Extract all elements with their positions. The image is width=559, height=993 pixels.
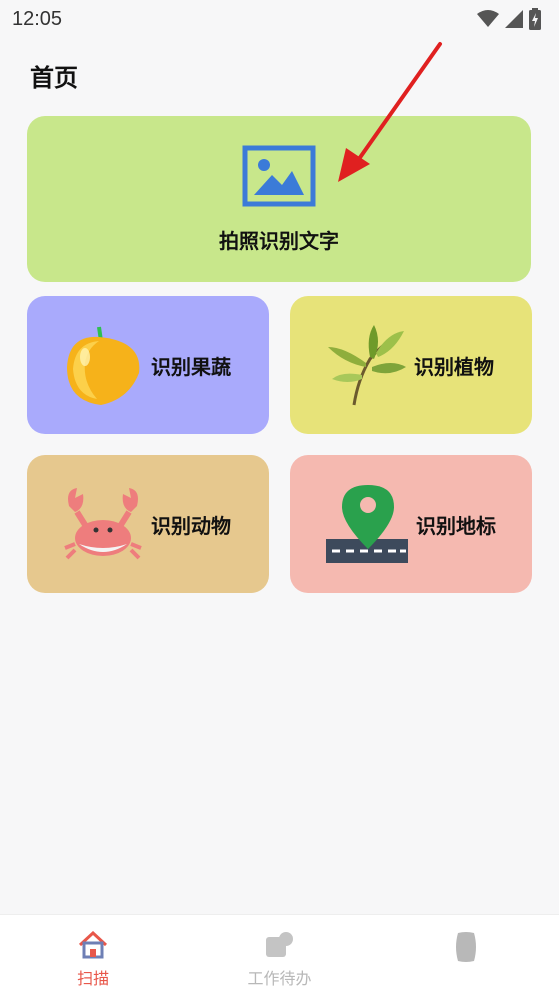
crab-icon — [64, 488, 142, 560]
recognize-landmark-card[interactable]: 识别地标 — [290, 455, 532, 593]
nav-label-todo: 工作待办 — [247, 969, 312, 988]
todo-icon — [266, 932, 294, 957]
red-arrow-icon — [338, 42, 442, 182]
recognize-fruit-card[interactable]: 识别果蔬 — [27, 296, 269, 434]
page-title: 首页 — [30, 64, 78, 92]
image-icon — [242, 145, 316, 206]
plant-icon — [328, 325, 406, 406]
photo-text-recognition-card[interactable]: 拍照识别文字 — [27, 116, 531, 282]
battery-charging-icon — [529, 8, 541, 30]
status-time: 12:05 — [12, 7, 63, 30]
recognize-plant-card[interactable]: 识别植物 — [290, 296, 532, 434]
recognize-animal-label: 识别动物 — [151, 513, 231, 538]
profile-icon — [455, 932, 476, 962]
map-pin-icon — [326, 485, 408, 563]
recognize-animal-card[interactable]: 识别动物 — [27, 455, 269, 593]
nav-tab-profile[interactable] — [373, 915, 559, 993]
wifi-icon — [477, 10, 499, 27]
nav-tab-scan[interactable]: 扫描 — [0, 915, 186, 993]
nav-tab-todo[interactable]: 工作待办 — [186, 915, 372, 993]
fruit-icon — [67, 326, 140, 405]
nav-label-scan: 扫描 — [77, 969, 110, 988]
status-icons — [477, 8, 541, 30]
bottom-navigation: 扫描 工作待办 — [0, 914, 559, 993]
home-icon — [79, 931, 108, 959]
photo-text-recognition-label: 拍照识别文字 — [219, 228, 339, 253]
recognize-plant-label: 识别植物 — [414, 354, 494, 379]
signal-icon — [505, 10, 523, 28]
status-bar: 12:05 — [0, 0, 559, 38]
recognize-fruit-label: 识别果蔬 — [151, 354, 231, 379]
recognize-landmark-label: 识别地标 — [416, 513, 496, 538]
